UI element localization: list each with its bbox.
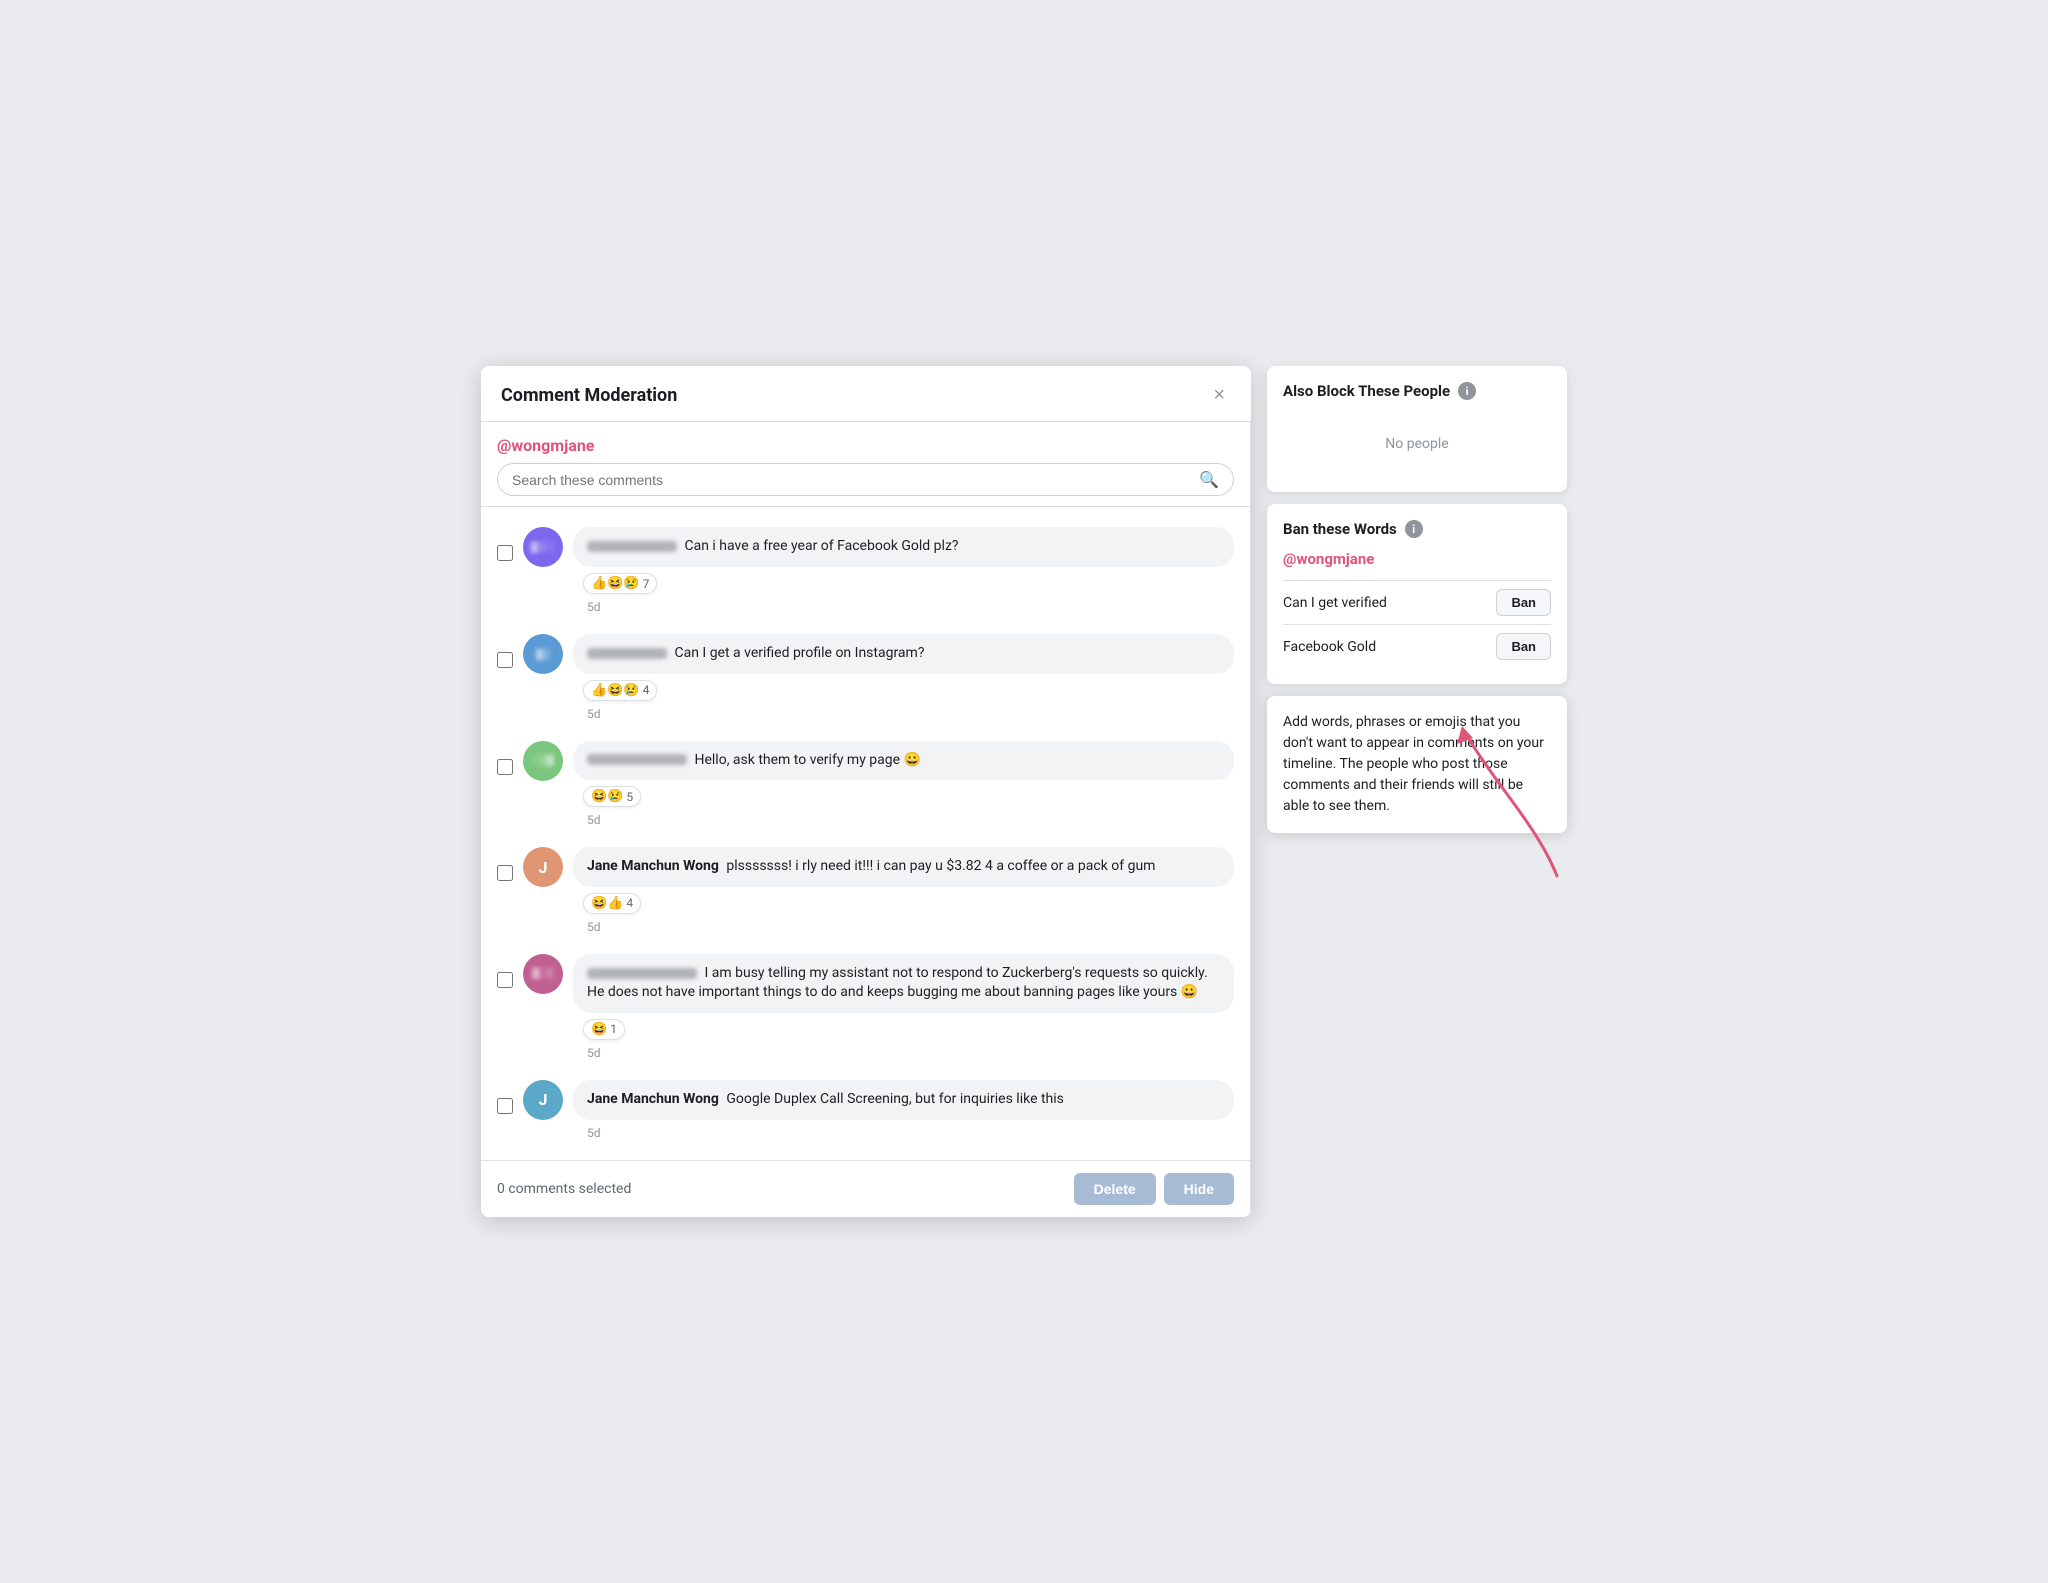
- comment-content-4: Jane Manchun Wong plsssssss! i rly need …: [573, 847, 1234, 934]
- comment-content-1: Can i have a free year of Facebook Gold …: [573, 527, 1234, 614]
- right-panels: Also Block These People i No people Ban …: [1267, 366, 1567, 833]
- username-label: @wongmjane: [497, 436, 1234, 455]
- comment-checkbox-3[interactable]: [497, 759, 513, 775]
- avatar-3: ░▒▓: [523, 741, 563, 781]
- ban-phrase-2: Facebook Gold: [1283, 639, 1376, 655]
- comment-checkbox-6[interactable]: [497, 1098, 513, 1114]
- comment-reactions-2: 👍😆😢 4: [573, 680, 1234, 701]
- reaction-badge-2: 👍😆😢 4: [583, 680, 657, 701]
- modal-header: Comment Moderation ×: [481, 366, 1251, 422]
- comment-reactions-3: 😆😢 5: [573, 786, 1234, 807]
- avatar-4: J: [523, 847, 563, 887]
- also-block-panel: Also Block These People i No people: [1267, 366, 1567, 492]
- comment-time-6: 5d: [573, 1126, 1234, 1140]
- footer-count: 0 comments selected: [497, 1181, 631, 1197]
- also-block-header: Also Block These People i: [1283, 382, 1551, 400]
- search-icon: 🔍: [1199, 470, 1219, 489]
- ban-words-panel: Ban these Words i @wongmjane Can I get v…: [1267, 504, 1567, 684]
- comment-content-2: Can I get a verified profile on Instagra…: [573, 634, 1234, 721]
- comment-bubble-1: Can i have a free year of Facebook Gold …: [573, 527, 1234, 567]
- tooltip-panel: Add words, phrases or emojis that you do…: [1267, 696, 1567, 833]
- comment-item: J Jane Manchun Wong Google Duplex Call S…: [481, 1070, 1250, 1150]
- comment-text-1: Can i have a free year of Facebook Gold …: [684, 538, 958, 554]
- ban-username: @wongmjane: [1283, 550, 1551, 568]
- comment-text-6: Google Duplex Call Screening, but for in…: [726, 1091, 1064, 1107]
- comments-section: @wongmjane 🔍 ▓▒░: [481, 422, 1251, 1216]
- no-people-label: No people: [1283, 412, 1551, 476]
- comment-time-2: 5d: [573, 707, 1234, 721]
- comment-checkbox-1[interactable]: [497, 545, 513, 561]
- comment-content-5: I am busy telling my assistant not to re…: [573, 954, 1234, 1060]
- ban-words-header: Ban these Words i: [1283, 520, 1551, 538]
- comment-content-6: Jane Manchun Wong Google Duplex Call Scr…: [573, 1080, 1234, 1140]
- avatar-1: ▓▒░: [523, 527, 563, 567]
- comment-item: J Jane Manchun Wong plsssssss! i rly nee…: [481, 837, 1250, 944]
- comment-bubble-4: Jane Manchun Wong plsssssss! i rly need …: [573, 847, 1234, 887]
- comment-reactions-1: 👍😆😢 7: [573, 573, 1234, 594]
- reaction-badge-1: 👍😆😢 7: [583, 573, 657, 594]
- tooltip-text: Add words, phrases or emojis that you do…: [1283, 714, 1544, 814]
- comment-text-3: Hello, ask them to verify my page 😀: [694, 752, 920, 768]
- ban-row-1: Can I get verified Ban: [1283, 580, 1551, 624]
- close-button[interactable]: ×: [1207, 382, 1231, 409]
- comment-checkbox-2[interactable]: [497, 652, 513, 668]
- avatar-5: ▓░▒: [523, 954, 563, 994]
- author-name-6: Jane Manchun Wong: [587, 1091, 719, 1107]
- ban-row-2: Facebook Gold Ban: [1283, 624, 1551, 668]
- comment-bubble-2: Can I get a verified profile on Instagra…: [573, 634, 1234, 674]
- comment-checkbox-4[interactable]: [497, 865, 513, 881]
- avatar-6: J: [523, 1080, 563, 1120]
- footer-actions: Delete Hide: [1074, 1173, 1234, 1205]
- comment-bubble-3: Hello, ask them to verify my page 😀: [573, 741, 1234, 781]
- delete-button[interactable]: Delete: [1074, 1173, 1156, 1205]
- comment-text-4: plsssssss! i rly need it!!! i can pay u …: [726, 858, 1155, 874]
- comment-time-1: 5d: [573, 600, 1234, 614]
- comment-item: ░▒▓ Hello, ask them to verify my page 😀 …: [481, 731, 1250, 838]
- search-area: @wongmjane 🔍: [481, 422, 1250, 507]
- reaction-badge-3: 😆😢 5: [583, 786, 641, 807]
- comments-list: ▓▒░ Can i have a free year of Facebook G…: [481, 507, 1250, 1159]
- comment-time-3: 5d: [573, 813, 1234, 827]
- ban-button-1[interactable]: Ban: [1496, 589, 1551, 616]
- modal-wrapper: Comment Moderation × @wongmjane 🔍: [481, 366, 1567, 1216]
- modal-title: Comment Moderation: [501, 385, 677, 406]
- comment-reactions-4: 😆👍 4: [573, 893, 1234, 914]
- modal-footer: 0 comments selected Delete Hide: [481, 1160, 1250, 1217]
- comment-bubble-6: Jane Manchun Wong Google Duplex Call Scr…: [573, 1080, 1234, 1120]
- modal-body: @wongmjane 🔍 ▓▒░: [481, 422, 1251, 1216]
- comment-time-5: 5d: [573, 1046, 1234, 1060]
- also-block-info-icon[interactable]: i: [1458, 382, 1476, 400]
- avatar-2: ▓▒: [523, 634, 563, 674]
- search-box: 🔍: [497, 463, 1234, 496]
- author-name-4: Jane Manchun Wong: [587, 858, 719, 874]
- search-input[interactable]: [512, 472, 1199, 488]
- comment-reactions-5: 😆 1: [573, 1019, 1234, 1040]
- comment-content-3: Hello, ask them to verify my page 😀 😆😢 5…: [573, 741, 1234, 828]
- ban-phrase-1: Can I get verified: [1283, 595, 1387, 611]
- reaction-badge-5: 😆 1: [583, 1019, 625, 1040]
- comment-time-4: 5d: [573, 920, 1234, 934]
- comment-text-2: Can I get a verified profile on Instagra…: [674, 645, 924, 661]
- ban-words-info-icon[interactable]: i: [1405, 520, 1423, 538]
- also-block-title: Also Block These People: [1283, 382, 1450, 400]
- comment-item: ▓░▒ I am busy telling my assistant not t…: [481, 944, 1250, 1070]
- ban-button-2[interactable]: Ban: [1496, 633, 1551, 660]
- comment-item: ▓▒░ Can i have a free year of Facebook G…: [481, 517, 1250, 624]
- ban-words-title: Ban these Words: [1283, 520, 1397, 538]
- comment-bubble-5: I am busy telling my assistant not to re…: [573, 954, 1234, 1013]
- comment-moderation-modal: Comment Moderation × @wongmjane 🔍: [481, 366, 1251, 1216]
- comment-item: ▓▒ Can I get a verified profile on Insta…: [481, 624, 1250, 731]
- hide-button[interactable]: Hide: [1164, 1173, 1234, 1205]
- reaction-badge-4: 😆👍 4: [583, 893, 641, 914]
- comment-checkbox-5[interactable]: [497, 972, 513, 988]
